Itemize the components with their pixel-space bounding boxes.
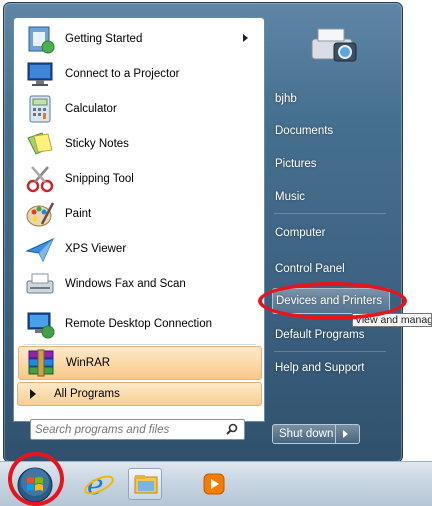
right-item-devices-printers[interactable]: Devices and Printers [272, 288, 390, 314]
right-item-label: Pictures [275, 158, 317, 170]
menu-item-label: Getting Started [65, 33, 143, 45]
right-item-control-panel[interactable]: Control Panel [272, 256, 390, 282]
right-item-label: Music [275, 191, 306, 203]
all-programs-label: All Programs [54, 388, 120, 400]
right-item-label: Documents [275, 125, 334, 137]
menu-item-calculator[interactable]: Calculator [18, 92, 262, 126]
right-item-music[interactable]: Music [272, 184, 390, 210]
start-orb-icon[interactable] [16, 466, 54, 504]
getting-started-icon [24, 23, 56, 55]
search-icon[interactable] [226, 423, 238, 435]
right-item-label: Devices and Printers [276, 295, 383, 307]
separator [24, 344, 256, 345]
right-item-user[interactable]: bjhb [272, 86, 390, 112]
projector-icon [24, 58, 56, 90]
right-item-help-support[interactable]: Help and Support [272, 355, 390, 381]
menu-item-winrar[interactable]: WinRAR [18, 346, 262, 380]
user-picture[interactable] [304, 17, 362, 75]
right-item-label: Default Programs [275, 329, 365, 341]
menu-item-label: Paint [65, 208, 92, 220]
media-player-icon[interactable] [196, 468, 230, 500]
menu-item-paint[interactable]: Paint [18, 197, 262, 231]
separator [274, 213, 386, 214]
menu-item-label: Sticky Notes [65, 138, 129, 150]
menu-item-connect-projector[interactable]: Connect to a Projector [18, 57, 262, 91]
xps-viewer-icon [24, 233, 56, 265]
menu-item-label: Snipping Tool [65, 173, 134, 185]
printer-camera-icon [311, 28, 357, 62]
right-item-label: Help and Support [275, 362, 365, 374]
winrar-icon [25, 347, 57, 379]
search-input[interactable] [31, 420, 211, 439]
shutdown-options-arrow-icon[interactable] [343, 430, 348, 438]
scissors-icon [24, 163, 56, 195]
menu-item-xps-viewer[interactable]: XPS Viewer [18, 232, 262, 266]
menu-item-label: Connect to a Projector [65, 68, 180, 80]
all-programs-button[interactable]: All Programs [17, 382, 262, 406]
separator [274, 351, 386, 352]
right-item-pictures[interactable]: Pictures [272, 151, 390, 177]
menu-item-sticky-notes[interactable]: Sticky Notes [18, 127, 262, 161]
internet-explorer-icon[interactable]: e [82, 468, 116, 500]
menu-item-getting-started[interactable]: Getting Started [18, 22, 262, 56]
shutdown-label: Shut down [273, 425, 336, 443]
right-item-label: Control Panel [275, 263, 345, 275]
programs-pane: Getting Started Connect to a Projector C… [13, 17, 265, 422]
tooltip: View and manage [352, 313, 432, 327]
triangle-right-icon [30, 389, 36, 399]
calculator-icon [24, 93, 56, 125]
menu-item-label: WinRAR [66, 357, 111, 369]
remote-desktop-icon [24, 308, 56, 340]
menu-item-fax-scan[interactable]: Windows Fax and Scan [18, 267, 262, 301]
taskbar: e [0, 461, 432, 506]
windows-explorer-icon[interactable] [128, 468, 162, 500]
right-item-documents[interactable]: Documents [272, 118, 390, 144]
sticky-notes-icon [24, 128, 56, 160]
right-item-label: bjhb [275, 93, 297, 105]
right-item-computer[interactable]: Computer [272, 220, 390, 246]
start-menu: Getting Started Connect to a Projector C… [3, 2, 403, 463]
paint-palette-icon [24, 198, 56, 230]
submenu-arrow-icon [243, 34, 248, 42]
shutdown-button[interactable]: Shut down [272, 424, 360, 444]
menu-item-label: Calculator [65, 103, 117, 115]
menu-item-label: XPS Viewer [65, 243, 127, 255]
right-item-label: Computer [275, 227, 326, 239]
menu-item-remote-desktop[interactable]: Remote Desktop Connection [18, 307, 262, 341]
fax-icon [24, 268, 56, 300]
menu-item-snipping-tool[interactable]: Snipping Tool [18, 162, 262, 196]
menu-item-label: Windows Fax and Scan [65, 278, 186, 290]
menu-item-label: Remote Desktop Connection [65, 318, 213, 330]
search-box[interactable] [30, 419, 245, 440]
